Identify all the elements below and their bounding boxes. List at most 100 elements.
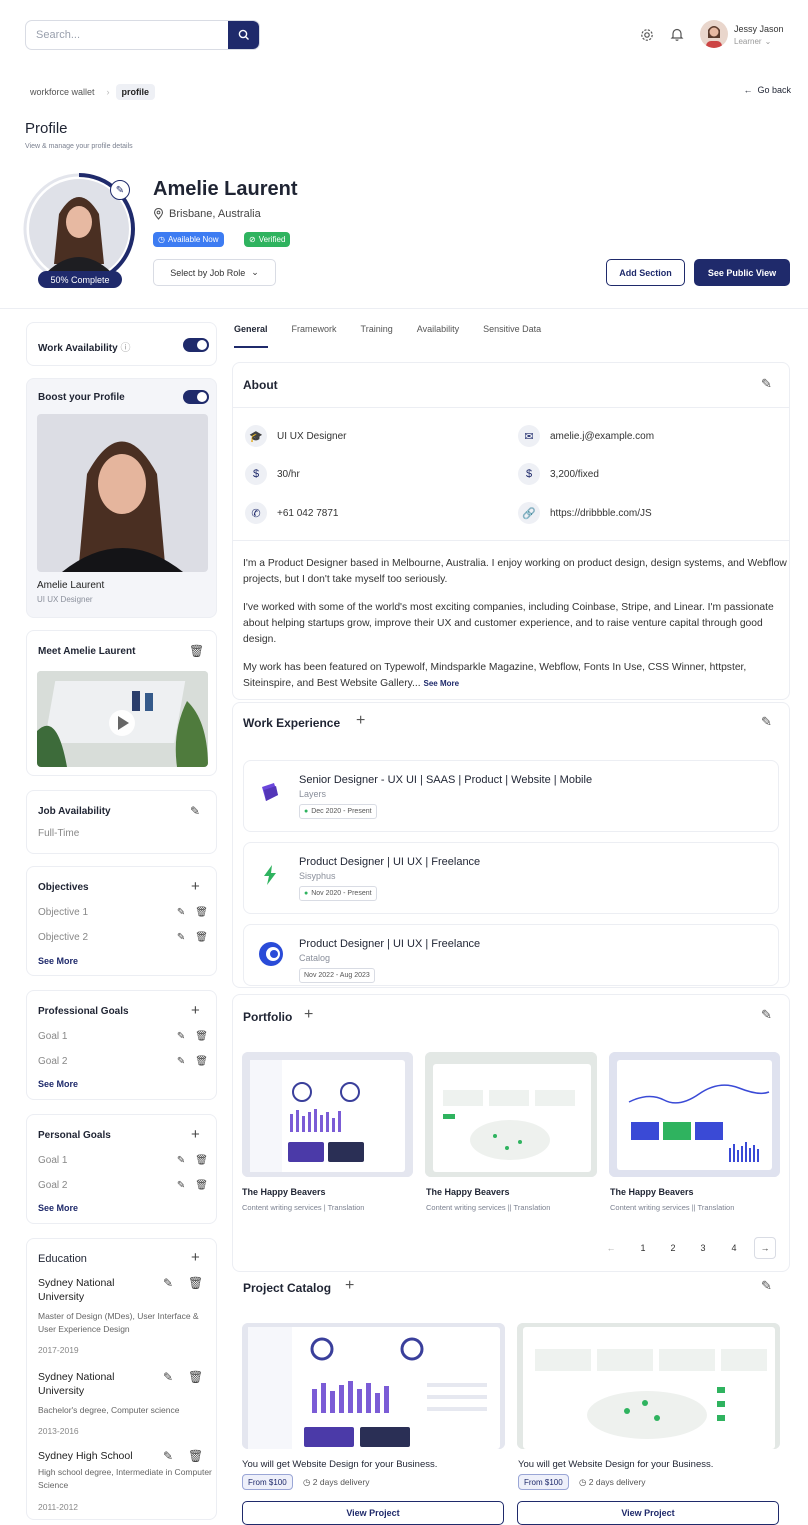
education-school: Sydney National University bbox=[38, 1371, 115, 1397]
gear-icon[interactable] bbox=[640, 28, 654, 42]
page-4-button[interactable]: 4 bbox=[723, 1237, 745, 1259]
list-item: Goal 2 ✎ 🗑 bbox=[38, 1056, 208, 1067]
pencil-icon[interactable]: ✎ bbox=[190, 804, 200, 818]
tab-sensitive-data[interactable]: Sensitive Data bbox=[483, 324, 541, 348]
tab-availability[interactable]: Availability bbox=[417, 324, 459, 348]
tab-training[interactable]: Training bbox=[361, 324, 393, 348]
page-2-button[interactable]: 2 bbox=[662, 1237, 684, 1259]
bell-icon[interactable] bbox=[670, 27, 684, 42]
boost-profile-photo bbox=[37, 414, 208, 572]
pencil-icon[interactable]: ✎ bbox=[177, 932, 185, 943]
pencil-icon[interactable]: ✎ bbox=[163, 1370, 173, 1384]
add-section-button[interactable]: Add Section bbox=[606, 259, 685, 286]
about-fixed: $3,200/fixed bbox=[518, 463, 599, 485]
next-page-button[interactable]: → bbox=[754, 1237, 776, 1259]
about-website[interactable]: 🔗 https://dribbble.com/JS bbox=[518, 502, 652, 524]
personal-goals-card: Personal Goals + Goal 1 ✎ 🗑 Goal 2 ✎ 🗑 See M… bbox=[26, 1114, 217, 1224]
trash-icon[interactable]: 🗑 bbox=[195, 1180, 208, 1191]
pencil-icon[interactable]: ✎ bbox=[177, 1056, 185, 1067]
page-3-button[interactable]: 3 bbox=[692, 1237, 714, 1259]
breadcrumb-profile[interactable]: profile bbox=[115, 84, 156, 100]
portfolio-thumbnail[interactable] bbox=[425, 1052, 597, 1177]
dollar-icon: $ bbox=[245, 463, 267, 485]
see-more-link[interactable]: See More bbox=[38, 1203, 78, 1213]
project-thumbnail[interactable] bbox=[517, 1323, 780, 1449]
add-icon[interactable]: + bbox=[304, 1006, 313, 1024]
job-role-select[interactable]: Select by Job Role ⌄ bbox=[153, 259, 276, 286]
project-thumbnail[interactable] bbox=[242, 1323, 505, 1449]
pencil-icon[interactable]: ✎ bbox=[177, 907, 185, 918]
add-icon[interactable]: + bbox=[191, 878, 200, 895]
about-rate-label: 30/hr bbox=[277, 468, 300, 480]
about-paragraph-last: My work has been featured on Typewolf, M… bbox=[243, 660, 788, 692]
project-catalog-title: Project Catalog bbox=[243, 1281, 332, 1295]
portfolio-item-title: The Happy Beavers bbox=[426, 1187, 510, 1197]
user-role[interactable]: Learner ⌄ bbox=[734, 37, 771, 46]
pencil-icon[interactable]: ✎ bbox=[761, 714, 772, 730]
work-experience-title: Work Experience bbox=[243, 716, 341, 730]
education-card: Education + Sydney National University ✎… bbox=[26, 1238, 217, 1520]
project-title: You will get Website Design for your Bus… bbox=[242, 1459, 438, 1470]
see-more-link[interactable]: See More bbox=[423, 679, 459, 688]
portfolio-thumbnail[interactable] bbox=[242, 1052, 413, 1177]
pencil-icon[interactable]: ✎ bbox=[177, 1031, 185, 1042]
add-icon[interactable]: + bbox=[191, 1126, 200, 1143]
trash-icon[interactable]: 🗑 bbox=[188, 1276, 203, 1290]
trash-icon[interactable]: 🗑 bbox=[189, 644, 204, 658]
pencil-icon[interactable]: ✎ bbox=[163, 1449, 173, 1463]
trash-icon[interactable]: 🗑 bbox=[188, 1370, 203, 1384]
intro-video[interactable] bbox=[37, 671, 208, 767]
pencil-icon[interactable]: ✎ bbox=[761, 1278, 772, 1294]
professional-goals-card: Professional Goals + Goal 1 ✎ 🗑 Goal 2 ✎ 🗑 S… bbox=[26, 990, 217, 1100]
portfolio-thumbnail[interactable] bbox=[609, 1052, 780, 1177]
pencil-icon[interactable]: ✎ bbox=[163, 1276, 173, 1290]
trash-icon[interactable]: 🗑 bbox=[195, 932, 208, 943]
view-project-button[interactable]: View Project bbox=[517, 1501, 779, 1525]
avatar[interactable] bbox=[700, 20, 728, 48]
about-website-label: https://dribbble.com/JS bbox=[550, 507, 652, 519]
experience-item[interactable]: Product Designer | UI UX | Freelance Cat… bbox=[243, 924, 779, 986]
add-icon[interactable]: + bbox=[191, 1002, 200, 1019]
add-icon[interactable]: + bbox=[356, 712, 365, 730]
trash-icon[interactable]: 🗑 bbox=[195, 907, 208, 918]
search-input[interactable] bbox=[26, 21, 226, 49]
trash-icon[interactable]: 🗑 bbox=[195, 1155, 208, 1166]
pencil-icon[interactable]: ✎ bbox=[761, 376, 772, 392]
portfolio-title: Portfolio bbox=[243, 1010, 293, 1024]
see-more-link[interactable]: See More bbox=[38, 1079, 78, 1089]
work-availability-toggle[interactable] bbox=[183, 338, 209, 352]
add-icon[interactable]: + bbox=[345, 1277, 354, 1295]
trash-icon[interactable]: 🗑 bbox=[195, 1031, 208, 1042]
see-more-link[interactable]: See More bbox=[38, 956, 78, 966]
location-pin-icon bbox=[153, 208, 164, 220]
trash-icon[interactable]: 🗑 bbox=[188, 1449, 203, 1463]
go-back-link[interactable]: ← Go back bbox=[743, 85, 791, 95]
pencil-icon[interactable]: ✎ bbox=[177, 1180, 185, 1191]
see-public-view-button[interactable]: See Public View bbox=[694, 259, 790, 286]
tab-framework[interactable]: Framework bbox=[292, 324, 337, 348]
breadcrumb-workforce-wallet[interactable]: workforce wallet bbox=[24, 84, 101, 100]
pencil-icon[interactable]: ✎ bbox=[761, 1007, 772, 1023]
delivery-info: ◷ 2 days delivery bbox=[579, 1477, 646, 1488]
page-1-button[interactable]: 1 bbox=[632, 1237, 654, 1259]
education-degree: Bachelor's degree, Computer science bbox=[38, 1405, 180, 1415]
dollar-icon: $ bbox=[518, 463, 540, 485]
search-button[interactable] bbox=[228, 21, 259, 49]
boost-profile-toggle[interactable] bbox=[183, 390, 209, 404]
user-name[interactable]: Jessy Jason bbox=[734, 24, 784, 34]
experience-item[interactable]: Senior Designer - UX UI | SAAS | Product… bbox=[243, 760, 779, 832]
trash-icon[interactable]: 🗑 bbox=[195, 1056, 208, 1067]
edit-avatar-button[interactable]: ✎ bbox=[110, 180, 130, 200]
add-icon[interactable]: + bbox=[191, 1249, 200, 1266]
experience-item[interactable]: Product Designer | UI UX | Freelance Sis… bbox=[243, 842, 779, 914]
pencil-icon[interactable]: ✎ bbox=[177, 1155, 185, 1166]
tab-general[interactable]: General bbox=[234, 324, 268, 348]
clock-icon: ◷ bbox=[158, 235, 165, 244]
divider bbox=[232, 540, 790, 541]
list-item: Goal 2 ✎ 🗑 bbox=[38, 1180, 208, 1191]
prev-page-button[interactable]: ← bbox=[600, 1237, 622, 1259]
view-project-button[interactable]: View Project bbox=[242, 1501, 504, 1525]
experience-date: Nov 2022 - Aug 2023 bbox=[299, 968, 375, 983]
personal-goals-title: Personal Goals bbox=[38, 1130, 111, 1141]
about-title: About bbox=[243, 378, 278, 392]
